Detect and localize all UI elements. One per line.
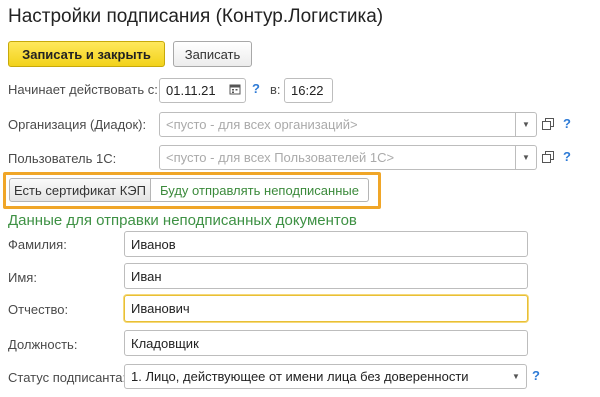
organization-open-icon[interactable] — [538, 114, 558, 134]
mode-option-certificate[interactable]: Есть сертификат КЭП — [9, 178, 151, 202]
signer-status-select[interactable]: 1. Лицо, действующее от имени лица без д… — [124, 364, 508, 389]
user-help-icon[interactable]: ? — [563, 149, 571, 164]
calendar-icon[interactable] — [229, 83, 241, 98]
organization-label: Организация (Диадок): — [8, 117, 147, 132]
chevron-down-icon: ▼ — [522, 120, 530, 129]
start-date-label: Начинает действовать с: — [8, 82, 158, 97]
start-date-input[interactable]: 01.11.21 — [159, 78, 246, 103]
surname-input[interactable]: Иванов — [124, 231, 528, 257]
signer-status-help-icon[interactable]: ? — [532, 368, 540, 383]
chevron-down-icon: ▼ — [512, 372, 520, 381]
surname-label: Фамилия: — [8, 237, 67, 252]
organization-dropdown-button[interactable]: ▼ — [516, 112, 537, 137]
user-open-icon[interactable] — [538, 147, 558, 167]
mode-option-unsigned[interactable]: Буду отправлять неподписанные — [151, 178, 369, 202]
user-input[interactable]: <пусто - для всех Пользователей 1С> — [159, 145, 516, 170]
user-dropdown-button[interactable]: ▼ — [516, 145, 537, 170]
start-date-help-icon[interactable]: ? — [252, 81, 260, 96]
position-label: Должность: — [8, 337, 78, 352]
patronymic-input[interactable]: Иванович — [124, 295, 528, 322]
save-and-close-button[interactable]: Записать и закрыть — [8, 41, 165, 67]
organization-help-icon[interactable]: ? — [563, 116, 571, 131]
organization-input[interactable]: <пусто - для всех организаций> — [159, 112, 516, 137]
name-input[interactable]: Иван — [124, 263, 528, 289]
time-label: в: — [270, 82, 281, 97]
signer-status-label: Статус подписанта: — [8, 370, 127, 385]
section-title: Данные для отправки неподписанных докуме… — [8, 212, 357, 229]
position-input[interactable]: Кладовщик — [124, 330, 528, 356]
start-date-value: 01.11.21 — [166, 83, 216, 98]
time-input[interactable]: 16:22 — [284, 78, 333, 103]
name-label: Имя: — [8, 270, 37, 285]
signer-status-dropdown-button[interactable]: ▼ — [506, 364, 527, 389]
user-label: Пользователь 1С: — [8, 151, 117, 166]
save-button[interactable]: Записать — [173, 41, 252, 67]
patronymic-label: Отчество: — [8, 302, 69, 317]
window-title: Настройки подписания (Контур.Логистика) — [8, 6, 384, 27]
chevron-down-icon: ▼ — [522, 153, 530, 162]
